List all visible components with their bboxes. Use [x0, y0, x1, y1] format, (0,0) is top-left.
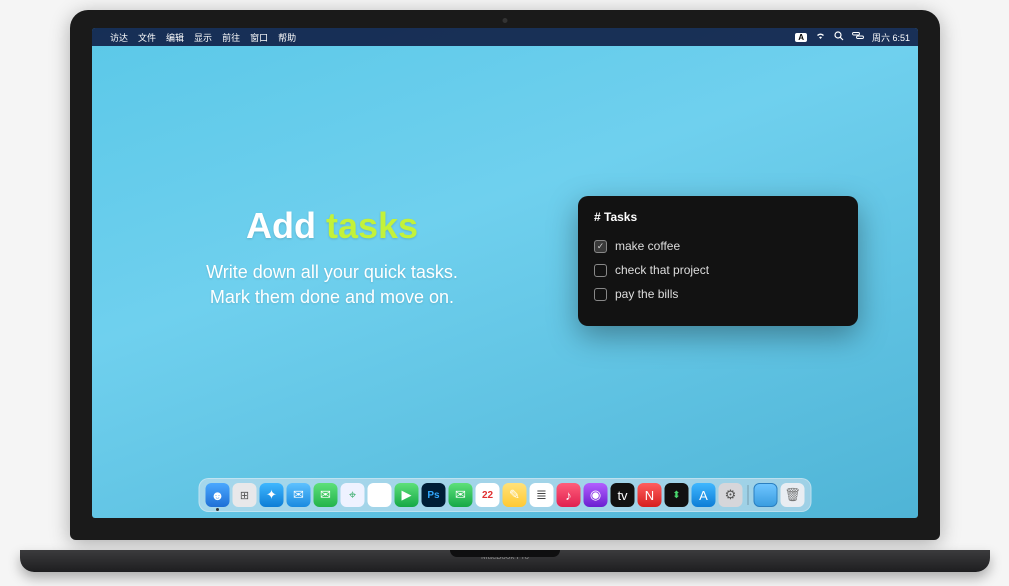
marketing-title-left: Add [246, 205, 326, 246]
desktop-content: Add tasks Write down all your quick task… [92, 46, 918, 518]
task-item[interactable]: pay the bills [594, 282, 842, 306]
dock-item-safari[interactable]: ✦ [260, 483, 284, 507]
marketing-block: Add tasks Write down all your quick task… [152, 206, 512, 310]
dock-item-calendar[interactable]: 22 [476, 483, 500, 507]
laptop-frame: 访达 文件 编辑 显示 前往 窗口 帮助 A [70, 10, 940, 570]
dock-item-notes[interactable]: ✎ [503, 483, 527, 507]
menu-edit[interactable]: 编辑 [166, 31, 184, 44]
marketing-sub-line1: Write down all your quick tasks. [152, 260, 512, 285]
dock-item-podcasts[interactable]: ◉ [584, 483, 608, 507]
spotlight-icon[interactable] [834, 31, 844, 44]
control-center-icon[interactable] [852, 31, 864, 43]
trackpad-notch [450, 550, 560, 557]
camera-dot [503, 18, 508, 23]
dock-item-messages[interactable]: ✉ [314, 483, 338, 507]
menu-go[interactable]: 前往 [222, 31, 240, 44]
task-checkbox[interactable]: ✓ [594, 240, 607, 253]
menu-view[interactable]: 显示 [194, 31, 212, 44]
dock-item-stocks[interactable]: ⬍ [665, 483, 689, 507]
dock-item-settings[interactable]: ⚙ [719, 483, 743, 507]
dock-item-tv[interactable]: tv [611, 483, 635, 507]
task-item[interactable]: ✓ make coffee [594, 234, 842, 258]
desktop-screen: 访达 文件 编辑 显示 前往 窗口 帮助 A [92, 28, 918, 518]
task-label: pay the bills [615, 287, 678, 301]
menubar-app-name[interactable]: 访达 [110, 31, 128, 44]
dock-item-facetime[interactable]: ▶ [395, 483, 419, 507]
dock-divider [748, 485, 749, 505]
task-checkbox[interactable] [594, 288, 607, 301]
dock-item-photos[interactable]: ❀ [368, 483, 392, 507]
dock: ☻⊞✦✉✉⌖❀▶Ps✉22✎≣♪◉tvN⬍A⚙ 🗑 [199, 478, 812, 512]
laptop-base: MacBook Pro [20, 550, 990, 572]
task-label: make coffee [615, 239, 680, 253]
dock-item-mail[interactable]: ✉ [287, 483, 311, 507]
menu-window[interactable]: 窗口 [250, 31, 268, 44]
dock-item-music[interactable]: ♪ [557, 483, 581, 507]
tasks-card[interactable]: # Tasks ✓ make coffee check that project pa… [578, 196, 858, 326]
dock-item-wechat[interactable]: ✉ [449, 483, 473, 507]
marketing-title-accent: tasks [326, 205, 418, 246]
task-label: check that project [615, 263, 709, 277]
dock-item-downloads-folder[interactable] [754, 483, 778, 507]
task-checkbox[interactable] [594, 264, 607, 277]
menubar-left: 访达 文件 编辑 显示 前往 窗口 帮助 [100, 31, 296, 44]
marketing-title: Add tasks [152, 206, 512, 246]
marketing-subtitle: Write down all your quick tasks. Mark th… [152, 260, 512, 310]
dock-item-photoshop[interactable]: Ps [422, 483, 446, 507]
dock-main-section: ☻⊞✦✉✉⌖❀▶Ps✉22✎≣♪◉tvN⬍A⚙ [206, 483, 743, 507]
menubar-right: A 周六 6:51 [795, 31, 910, 44]
screen-bezel: 访达 文件 编辑 显示 前往 窗口 帮助 A [70, 10, 940, 540]
dock-running-indicator [216, 508, 219, 511]
menu-help[interactable]: 帮助 [278, 31, 296, 44]
dock-item-launchpad[interactable]: ⊞ [233, 483, 257, 507]
wifi-icon[interactable] [815, 31, 826, 43]
dock-right-section: 🗑 [754, 483, 805, 507]
dock-item-finder[interactable]: ☻ [206, 483, 230, 507]
menubar-clock[interactable]: 周六 6:51 [872, 31, 910, 44]
dock-item-reminders[interactable]: ≣ [530, 483, 554, 507]
input-source-indicator[interactable]: A [795, 33, 807, 42]
tasks-header: # Tasks [594, 210, 842, 224]
dock-item-maps[interactable]: ⌖ [341, 483, 365, 507]
tasks-list: ✓ make coffee check that project pay the bi… [594, 234, 842, 306]
marketing-sub-line2: Mark them done and move on. [152, 285, 512, 310]
menubar: 访达 文件 编辑 显示 前往 窗口 帮助 A [92, 28, 918, 46]
dock-item-news[interactable]: N [638, 483, 662, 507]
dock-item-trash[interactable]: 🗑 [781, 483, 805, 507]
task-item[interactable]: check that project [594, 258, 842, 282]
dock-item-appstore[interactable]: A [692, 483, 716, 507]
menu-file[interactable]: 文件 [138, 31, 156, 44]
